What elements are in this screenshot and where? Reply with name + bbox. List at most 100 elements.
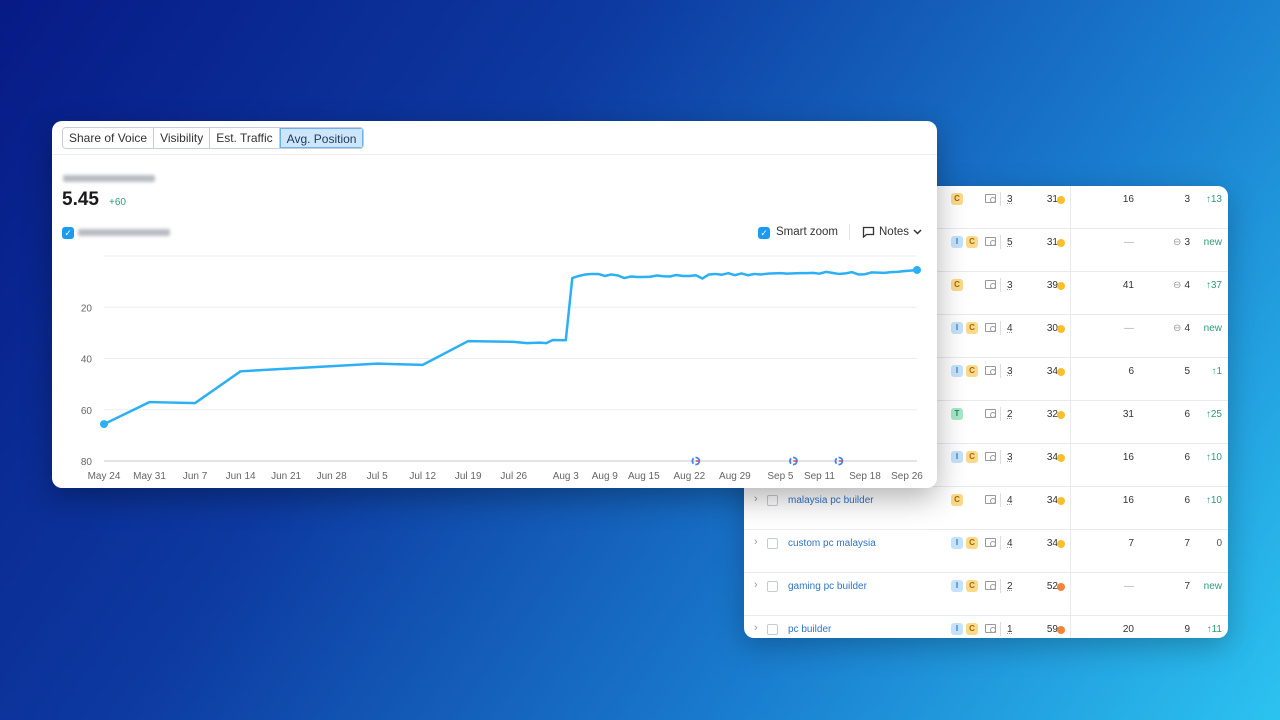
change-value: 25 xyxy=(1210,409,1222,420)
intent-badge-c: C xyxy=(951,279,963,291)
intent-badges: IC xyxy=(951,580,978,592)
kd-indicator-dot xyxy=(1057,196,1065,204)
position-change: ↑25 xyxy=(1206,409,1222,420)
kd-indicator-dot xyxy=(1057,282,1065,290)
serp-count[interactable]: 3 xyxy=(1007,280,1013,291)
links-count: 7 xyxy=(1154,538,1190,549)
keyword-link[interactable]: custom pc malaysia xyxy=(788,538,876,549)
links-value: 3 xyxy=(1184,194,1190,205)
serp-features-icon[interactable] xyxy=(985,409,996,418)
kd-indicator-dot xyxy=(1057,540,1065,548)
serp-count[interactable]: 3 xyxy=(1007,366,1013,377)
links-value: 4 xyxy=(1184,280,1190,291)
link-icon: ⊖ xyxy=(1173,280,1182,291)
notes-label: Notes xyxy=(879,226,910,238)
links-value: 6 xyxy=(1184,409,1190,420)
serp-features-icon[interactable] xyxy=(985,581,996,590)
position-change: new xyxy=(1204,237,1222,248)
links-value: 4 xyxy=(1184,323,1190,334)
change-value: 10 xyxy=(1210,452,1222,463)
kd-indicator-dot xyxy=(1057,239,1065,247)
intent-badges: C xyxy=(951,193,963,205)
divider xyxy=(1000,579,1001,593)
metric-delta: +60 xyxy=(109,197,126,208)
row-checkbox[interactable] xyxy=(767,581,778,592)
serp-count[interactable]: 4 xyxy=(1007,495,1013,506)
divider xyxy=(1000,364,1001,378)
x-tick-label: Jul 5 xyxy=(367,471,389,482)
serp-count[interactable]: 3 xyxy=(1007,452,1013,463)
smart-zoom-checkbox[interactable]: ✓ xyxy=(758,227,770,239)
divider xyxy=(1000,192,1001,206)
serp-features-icon[interactable] xyxy=(985,366,996,375)
serp-count[interactable]: 2 xyxy=(1007,409,1013,420)
position-change: new xyxy=(1204,581,1222,592)
serp-count[interactable]: 5 xyxy=(1007,237,1013,248)
notes-dropdown[interactable]: Notes xyxy=(862,226,922,238)
series-checkbox[interactable]: ✓ xyxy=(62,227,74,239)
series-line xyxy=(103,268,918,426)
keyword-difficulty: 32 xyxy=(1046,409,1058,420)
expand-chevron-icon[interactable]: › xyxy=(754,622,758,634)
serp-count[interactable]: 3 xyxy=(1007,194,1013,205)
serp-features-icon[interactable] xyxy=(985,538,996,547)
table-row: › pc builder IC 1 59 20 9 ↑11 xyxy=(744,616,1228,638)
tab-visibility[interactable]: Visibility xyxy=(154,128,211,148)
change-value: new xyxy=(1203,581,1222,592)
change-value: 13 xyxy=(1210,194,1222,205)
serp-count[interactable]: 2 xyxy=(1007,581,1013,592)
row-checkbox[interactable] xyxy=(767,495,778,506)
keyword-difficulty: 31 xyxy=(1046,237,1058,248)
intent-badge-i: I xyxy=(951,580,963,592)
change-value: 10 xyxy=(1210,495,1222,506)
intent-badges: T xyxy=(951,408,963,420)
serp-count[interactable]: 4 xyxy=(1007,538,1013,549)
keyword-link[interactable]: gaming pc builder xyxy=(788,581,867,592)
serp-features-icon[interactable] xyxy=(985,495,996,504)
change-value: 37 xyxy=(1210,280,1222,291)
intent-badge-t: T xyxy=(951,408,963,420)
y-tick-label: 20 xyxy=(81,303,93,314)
expand-chevron-icon[interactable]: › xyxy=(754,579,758,591)
expand-chevron-icon[interactable]: › xyxy=(754,493,758,505)
intent-badges: IC xyxy=(951,537,978,549)
volume: — xyxy=(1124,323,1134,334)
serp-features-icon[interactable] xyxy=(985,323,996,332)
serp-count[interactable]: 1 xyxy=(1007,624,1013,635)
tab-est-traffic[interactable]: Est. Traffic xyxy=(210,128,280,148)
keyword-link[interactable]: pc builder xyxy=(788,624,831,635)
smart-zoom-label[interactable]: Smart zoom xyxy=(776,226,838,238)
links-count: 5 xyxy=(1154,366,1190,377)
serp-features-icon[interactable] xyxy=(985,280,996,289)
links-value: 7 xyxy=(1184,538,1190,549)
divider xyxy=(1000,493,1001,507)
kd-indicator-dot xyxy=(1057,411,1065,419)
link-icon: ⊖ xyxy=(1173,323,1182,334)
divider xyxy=(1000,622,1001,636)
intent-badges: C xyxy=(951,279,963,291)
row-checkbox[interactable] xyxy=(767,538,778,549)
expand-chevron-icon[interactable]: › xyxy=(754,536,758,548)
divider xyxy=(1000,321,1001,335)
intent-badge-i: I xyxy=(951,451,963,463)
x-tick-label: Aug 22 xyxy=(674,471,706,482)
serp-features-icon[interactable] xyxy=(985,452,996,461)
position-change: ↑10 xyxy=(1206,495,1222,506)
serp-count[interactable]: 4 xyxy=(1007,323,1013,334)
intent-badges: IC xyxy=(951,322,978,334)
volume: 7 xyxy=(1128,538,1134,549)
x-tick-label: Aug 3 xyxy=(553,471,580,482)
tab-avg-position[interactable]: Avg. Position xyxy=(279,128,364,148)
divider xyxy=(1000,278,1001,292)
serp-features-icon[interactable] xyxy=(985,237,996,246)
keyword-link[interactable]: malaysia pc builder xyxy=(788,495,874,506)
row-checkbox[interactable] xyxy=(767,624,778,635)
keyword-difficulty: 34 xyxy=(1046,538,1058,549)
links-count: 6 xyxy=(1154,409,1190,420)
intent-badge-i: I xyxy=(951,623,963,635)
keyword-difficulty: 30 xyxy=(1046,323,1058,334)
x-tick-label: Aug 15 xyxy=(628,471,660,482)
serp-features-icon[interactable] xyxy=(985,624,996,633)
tab-share-of-voice[interactable]: Share of Voice xyxy=(63,128,155,148)
serp-features-icon[interactable] xyxy=(985,194,996,203)
